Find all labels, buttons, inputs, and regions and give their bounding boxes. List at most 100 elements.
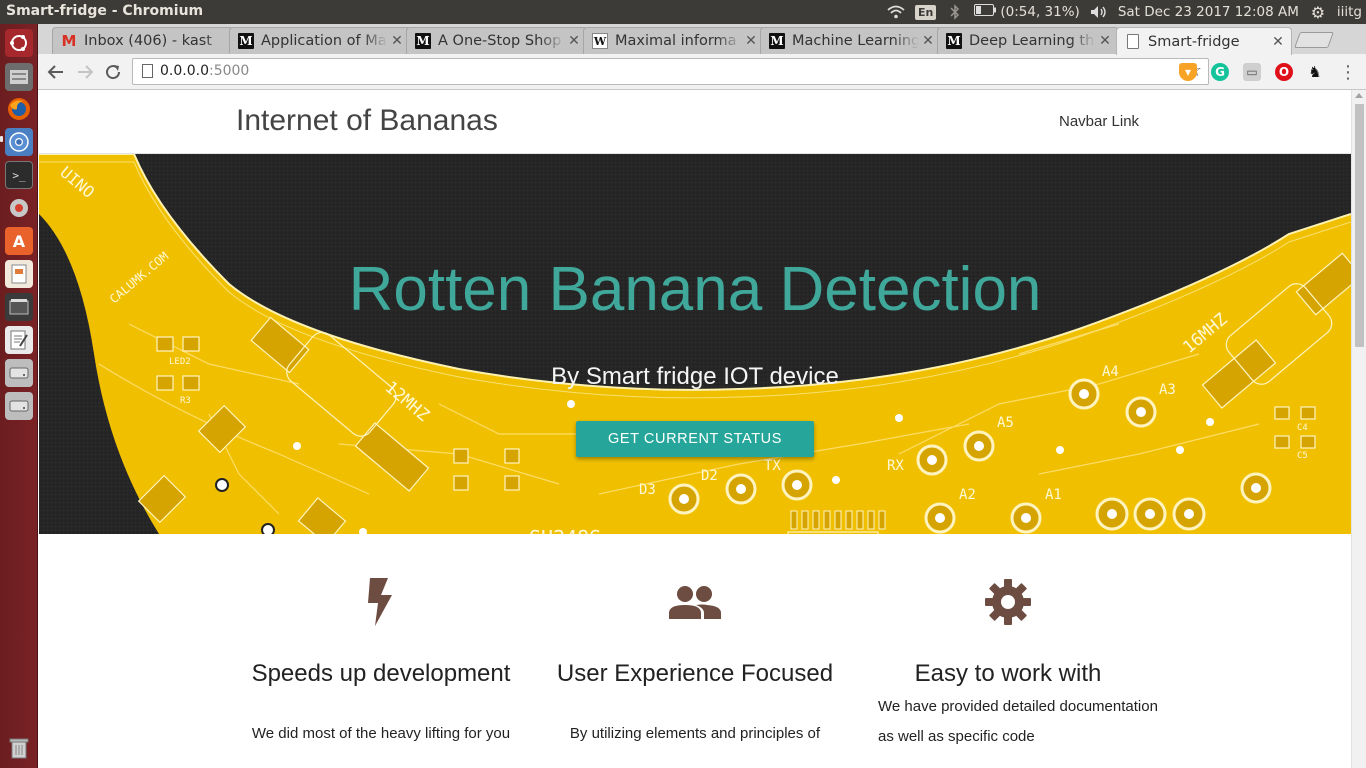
window-title: Smart-fridge - Chromium bbox=[6, 3, 204, 19]
medium-icon: M bbox=[769, 33, 785, 49]
video-player-icon[interactable] bbox=[5, 293, 33, 321]
running-indicator bbox=[0, 136, 3, 142]
back-arrow-icon[interactable] bbox=[44, 60, 68, 84]
pcb-label-r3: R3 bbox=[180, 396, 191, 406]
url-text[interactable]: 0.0.0.0:5000 bbox=[160, 63, 249, 79]
medium-icon: M bbox=[946, 33, 962, 49]
feature-easy-to-work: Easy to work with We have provided detai… bbox=[858, 576, 1158, 752]
drive-icon[interactable] bbox=[5, 392, 33, 420]
tab-title: Smart-fridge bbox=[1148, 33, 1240, 50]
feature-text: We have provided detailed documentation … bbox=[878, 698, 1158, 745]
battery-icon bbox=[974, 4, 997, 20]
navbar-link[interactable]: Navbar Link bbox=[1059, 113, 1139, 130]
pcb-label-c5: C5 bbox=[1297, 451, 1308, 461]
medium-icon: M bbox=[238, 33, 254, 49]
feature-text: We did most of the heavy lifting for you bbox=[251, 725, 511, 742]
tab-medium-application[interactable]: M Application of Ma ✕ bbox=[229, 27, 411, 54]
close-icon[interactable]: ✕ bbox=[1269, 34, 1287, 50]
get-current-status-button[interactable]: GET CURRENT STATUS bbox=[576, 421, 814, 457]
text-editor-icon[interactable] bbox=[5, 326, 33, 354]
close-icon[interactable]: ✕ bbox=[388, 33, 406, 49]
close-icon[interactable]: ✕ bbox=[1096, 33, 1114, 49]
hero-subtitle: By Smart fridge IOT device bbox=[551, 363, 839, 390]
pcb-label-d3: D3 bbox=[639, 482, 656, 498]
clock[interactable]: Sat Dec 23 2017 12:08 AM bbox=[1118, 4, 1299, 20]
tab-wikipedia[interactable]: W Maximal informa ✕ bbox=[583, 27, 765, 54]
screenshot-extension-icon[interactable]: ▭ bbox=[1243, 63, 1261, 81]
battery-text: (0:54, 31%) bbox=[1000, 4, 1080, 20]
new-tab-button[interactable] bbox=[1294, 32, 1334, 48]
feature-text: By utilizing elements and principles of bbox=[569, 725, 821, 742]
site-brand[interactable]: Internet of Bananas bbox=[236, 104, 498, 138]
tab-medium-deep-learning[interactable]: M Deep Learning th ✕ bbox=[937, 27, 1119, 54]
document-viewer-icon[interactable] bbox=[5, 260, 33, 288]
wikipedia-icon: W bbox=[592, 33, 608, 49]
wifi-icon[interactable] bbox=[887, 4, 905, 20]
grammarly-extension-icon[interactable]: G bbox=[1211, 63, 1229, 81]
tab-smart-fridge[interactable]: Smart-fridge ✕ bbox=[1116, 27, 1292, 55]
opera-extension-icon[interactable]: O bbox=[1275, 63, 1293, 81]
site-navbar: Internet of Bananas Navbar Link bbox=[39, 90, 1351, 154]
brave-shield-extension-icon[interactable]: ▾ bbox=[1179, 63, 1197, 81]
gmail-icon: M bbox=[61, 32, 77, 50]
url-host: 0.0.0.0 bbox=[160, 63, 209, 79]
pcb-label-d2: D2 bbox=[701, 468, 718, 484]
tab-title: Application of Ma bbox=[261, 33, 387, 49]
software-center-icon[interactable]: A bbox=[5, 227, 33, 255]
reload-icon[interactable] bbox=[101, 60, 125, 84]
firefox-icon[interactable] bbox=[5, 95, 33, 123]
forward-arrow-icon[interactable] bbox=[73, 60, 97, 84]
pcb-label-a5: A5 bbox=[997, 415, 1014, 431]
bolt-icon bbox=[351, 576, 411, 628]
hero-title: Rotten Banana Detection bbox=[348, 255, 1042, 324]
feature-speed: Speeds up development We did most of the… bbox=[231, 576, 531, 749]
feature-title: User Experience Focused bbox=[556, 660, 834, 687]
tab-medium-machine-learning[interactable]: M Machine Learning ✕ bbox=[760, 27, 942, 54]
tab-title: Maximal informa bbox=[615, 33, 737, 49]
scroll-up-arrow-icon[interactable] bbox=[1355, 93, 1363, 98]
chromium-icon[interactable] bbox=[5, 128, 33, 156]
feature-title: Easy to work with bbox=[914, 660, 1102, 687]
scrollbar-thumb[interactable] bbox=[1355, 104, 1364, 347]
feature-title: Speeds up development bbox=[251, 660, 511, 687]
people-icon bbox=[665, 576, 725, 628]
keyboard-layout-indicator[interactable]: En bbox=[915, 4, 937, 20]
tab-gmail[interactable]: M Inbox (406) - kast bbox=[52, 27, 234, 54]
close-icon[interactable]: ✕ bbox=[565, 33, 583, 49]
session-gear-icon[interactable]: ⚙ bbox=[1309, 3, 1327, 22]
tab-title: Inbox (406) - kast bbox=[84, 33, 212, 49]
pcb-label-rx: RX bbox=[887, 458, 904, 474]
battery-indicator[interactable]: (0:54, 31%) bbox=[974, 4, 1080, 20]
pcb-label-a2: A2 bbox=[959, 487, 976, 503]
bluetooth-icon[interactable] bbox=[946, 4, 964, 20]
tab-medium-one-stop-shop[interactable]: M A One-Stop Shop ✕ bbox=[406, 27, 588, 54]
menu-icon[interactable]: ⋮ bbox=[1336, 60, 1360, 84]
tab-strip: M Inbox (406) - kast M Application of Ma… bbox=[38, 24, 1366, 55]
volume-icon[interactable] bbox=[1090, 4, 1108, 20]
address-bar[interactable]: 0.0.0.0:5000 ☆ bbox=[132, 58, 1209, 85]
url-port: :5000 bbox=[208, 63, 250, 79]
pcb-label-c4: C4 bbox=[1297, 423, 1308, 433]
feature-user-experience: User Experience Focused By utilizing ele… bbox=[545, 576, 845, 749]
pcb-label-chip: SH248S bbox=[529, 526, 601, 534]
files-icon[interactable] bbox=[5, 63, 33, 91]
drive-icon[interactable] bbox=[5, 359, 33, 387]
ubuntu-dash-icon[interactable] bbox=[5, 29, 33, 57]
page-scrollbar[interactable] bbox=[1351, 90, 1366, 768]
gear-icon bbox=[978, 576, 1038, 628]
user-name[interactable]: iiitg bbox=[1337, 4, 1362, 20]
terminal-icon[interactable]: >_ bbox=[5, 161, 33, 189]
indicator-area: En (0:54, 31%) Sat Dec 23 2017 12:08 AM … bbox=[887, 0, 1362, 24]
evernote-extension-icon[interactable]: ♞ bbox=[1306, 63, 1324, 81]
tab-title: A One-Stop Shop bbox=[438, 33, 562, 49]
trash-icon[interactable] bbox=[5, 734, 33, 762]
system-settings-icon[interactable] bbox=[5, 194, 33, 222]
page-info-icon[interactable] bbox=[142, 64, 153, 78]
tab-title: Deep Learning th bbox=[969, 33, 1095, 49]
pcb-label-tx: TX bbox=[764, 458, 781, 474]
hero-section: CALUMK.COM 12MHZ 16MHZ LED2 R3 C4 C5 D2 … bbox=[39, 154, 1351, 534]
close-icon[interactable]: ✕ bbox=[742, 33, 760, 49]
close-icon[interactable]: ✕ bbox=[919, 33, 937, 49]
tab-title: Machine Learning bbox=[792, 33, 919, 49]
pcb-label-a1: A1 bbox=[1045, 487, 1062, 503]
